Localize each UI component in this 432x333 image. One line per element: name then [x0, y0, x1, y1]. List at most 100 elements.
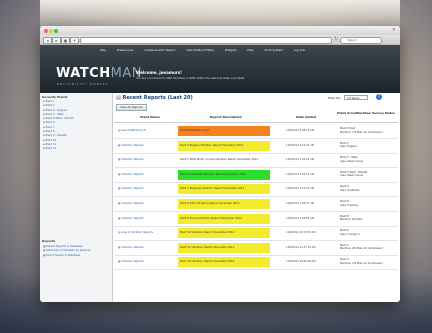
nav-view-defined-filters[interactable]: View Defined Filters: [186, 47, 214, 53]
window-titlebar: ✕: [40, 26, 400, 35]
plant-area: Area: Grafiosite: [340, 188, 360, 192]
plant-notes: Plant 9 Area: Chicago 1: [340, 229, 360, 236]
plant-name: Plant 9: [340, 229, 349, 233]
report-name: Vibration Reports: [121, 216, 144, 220]
browser-toolbar: ◂ ▸ ▣ + ↻ ⚲ Search: [40, 35, 400, 45]
table-header: Plant Name Report Description Date Added…: [114, 111, 398, 123]
reports-title: Reports: [42, 239, 56, 243]
report-name-link[interactable]: ▦ Vibration Reports: [118, 246, 144, 249]
nav-create-custom-report[interactable]: Create Custom Report: [144, 47, 175, 53]
table-row[interactable]: ▦ Vibration Reports Plant 9 Illinois Vibr…: [114, 212, 398, 227]
report-description[interactable]: Plant 6 Grafiosite Vibration Report Dece…: [178, 169, 270, 180]
site-logo[interactable]: WATCHMAN: [56, 67, 142, 81]
report-name: Vibration Reports: [121, 187, 144, 191]
table-row[interactable]: ▦ Vibration Reports Plant 8 Ohio Vibratio…: [114, 197, 398, 212]
report-name: Vibration Reports: [121, 202, 144, 205]
report-name-link[interactable]: ▦ Vibration Reports: [118, 158, 144, 161]
column-header: Plant Name: [140, 115, 160, 119]
report-name-link[interactable]: ▦ Vibration Reports: [118, 202, 144, 205]
report-link[interactable]: Event Tracker in Database: [43, 254, 90, 258]
plant-area: Machine: Pump6C: [340, 218, 363, 222]
report-description[interactable]: HealthofHealthline.pdf: [178, 126, 270, 136]
report-description[interactable]: Plant 10 Vibration Report December 2014: [178, 257, 270, 268]
minimize-window-button[interactable]: [49, 29, 53, 33]
report-name-link[interactable]: ▦ Vibration Reports: [118, 260, 144, 263]
close-icon[interactable]: ✕: [392, 27, 396, 33]
table-row[interactable]: ▦ Vibration Reports Plant 12 Vibration Re…: [114, 241, 398, 256]
report-name-link[interactable]: ▦ Vibration Reports: [118, 187, 144, 190]
close-window-button[interactable]: [44, 29, 48, 33]
filter-label: Filter By:: [328, 96, 342, 100]
browser-search-input[interactable]: ⚲ Search: [340, 36, 382, 44]
plant-name: Plant 3 East: [340, 127, 355, 130]
filter-select[interactable]: All Types: [344, 95, 368, 100]
report-description[interactable]: Plant 8 Ohio Vibration Report December 2…: [178, 199, 270, 209]
date-added: 12/6/2014 10:37:34 AM: [286, 245, 316, 249]
report-name: Vibration Reports: [121, 172, 144, 176]
plant-area: Machine: 2/4 Main Air Compressor: [340, 261, 383, 265]
plant-area: Area: West Course: [340, 174, 364, 178]
forward-button[interactable]: ▸: [52, 36, 61, 44]
back-button[interactable]: ◂: [43, 36, 52, 44]
table-row[interactable]: ▦ Vibration Reports Plant 5 West Motor Co…: [114, 153, 398, 169]
date-added: 12/6/2014 4:10:35 AM: [286, 143, 314, 147]
nav-pivot-system[interactable]: Pivot System: [265, 47, 283, 53]
column-header: Date Added: [296, 115, 316, 119]
report-link[interactable]: Machines in Database by Severity: [43, 249, 90, 253]
table-row[interactable]: ▦ Vibration Reports Plant 7 Pressing Vibr…: [114, 182, 398, 198]
plant-list: Plant 1 Plant 2 Plant 3 - Eugene Plant 4…: [43, 100, 74, 152]
add-tab-button[interactable]: +: [70, 36, 79, 44]
connection-info: You are connected to ABC Facilities in G…: [136, 76, 245, 80]
nav-preferences[interactable]: Preferences: [117, 47, 133, 53]
date-added: 12/6/2014 7:09:07 AM: [286, 202, 314, 205]
nav-help[interactable]: Help: [247, 47, 253, 53]
report-description[interactable]: Plant 10 Vibration Report December 2014: [178, 228, 270, 239]
plant-area: Machine: 7/3 Main Air Compressor: [340, 130, 383, 134]
plant-area: Area: Eugene: [340, 145, 357, 149]
date-added: 12/6/2014 5:38:14 AM: [286, 129, 314, 132]
report-description[interactable]: Plant 3 Eugene Vibration Report December…: [178, 140, 270, 151]
nav-map[interactable]: Map: [100, 47, 106, 53]
report-name: Vibration Reports: [121, 143, 144, 147]
maximize-window-button[interactable]: [54, 29, 58, 33]
sidebar-item-plant[interactable]: Plant 12: [43, 147, 74, 151]
share-icon[interactable]: ▣: [61, 36, 70, 44]
report-name: Area 6 Vibration Reports: [121, 231, 154, 235]
table-row[interactable]: ▦ Vibration Reports Plant 10 Vibration Re…: [114, 255, 398, 271]
report-description[interactable]: Plant 12 Vibration Report December 2014: [178, 242, 270, 253]
view-all-reports-button[interactable]: View All Reports: [116, 104, 147, 111]
report-description[interactable]: Plant 5 West Motor Course Vibration Repo…: [178, 155, 270, 166]
welcome-message: Welcome, joeamurs!: [136, 70, 182, 75]
sidebar: Security Plants Plant 1 Plant 2 Plant 3 …: [40, 93, 113, 302]
report-name-link[interactable]: ▤ Area 6 Vibration Reports: [118, 231, 153, 234]
address-bar[interactable]: [80, 36, 332, 44]
plant-name: Plant 6: [340, 185, 349, 189]
report-name-link[interactable]: ▦ Vibration Reports: [118, 217, 144, 220]
plant-notes: Plant 8 Machine: Pump6C: [340, 215, 363, 222]
table-row[interactable]: ▤ new-healthline.pdf HealthofHealthline.p…: [114, 124, 398, 139]
report-name-link[interactable]: ▤ new-healthline.pdf: [118, 129, 146, 132]
reload-icon[interactable]: ↻: [334, 36, 338, 42]
report-name: Vibration Reports: [121, 158, 144, 162]
plant-name: Plant 8: [340, 200, 349, 203]
plant-notes: Plant 8 Area: Pressing: [340, 200, 358, 207]
date-added: 12/6/2014 3:44:23 AM: [286, 158, 314, 162]
nav-widgets[interactable]: Widgets: [225, 47, 236, 53]
report-name: Vibration Reports: [121, 245, 144, 249]
date-added: 12/6/2014 3:29:14 AM: [286, 172, 314, 176]
date-added: 12/6/2014 1:58:59 AM: [286, 216, 314, 220]
plant-notes: Plant 3 East Machine: 7/3 Main Air Compre…: [340, 127, 383, 134]
help-icon[interactable]: ?: [376, 94, 382, 100]
plant-area: Area: West Course: [340, 159, 364, 163]
nav-log-out[interactable]: Log Out: [294, 47, 305, 53]
table-row[interactable]: ▤ Area 6 Vibration Reports Plant 10 Vibra…: [114, 226, 398, 242]
report-description[interactable]: Plant 7 Pressing Vibration Report Decemb…: [178, 184, 270, 195]
table-row[interactable]: ▦ Vibration Reports Plant 6 Grafiosite Vi…: [114, 168, 398, 183]
plant-notes: Plant 9 Machine: 2/4 Main Air Compressor: [340, 258, 383, 265]
plant-area: Machine: 2/2 Main Air Compressor: [340, 247, 383, 251]
table-row[interactable]: ▦ Vibration Reports Plant 3 Eugene Vibrat…: [114, 139, 398, 154]
report-name-link[interactable]: ▦ Vibration Reports: [118, 144, 144, 147]
column-header: Plant Area/Machine/ Survey Notes: [337, 111, 395, 115]
report-name-link[interactable]: ▦ Vibration Reports: [118, 173, 144, 176]
report-description[interactable]: Plant 9 Illinois Vibration Report Decemb…: [178, 213, 270, 224]
